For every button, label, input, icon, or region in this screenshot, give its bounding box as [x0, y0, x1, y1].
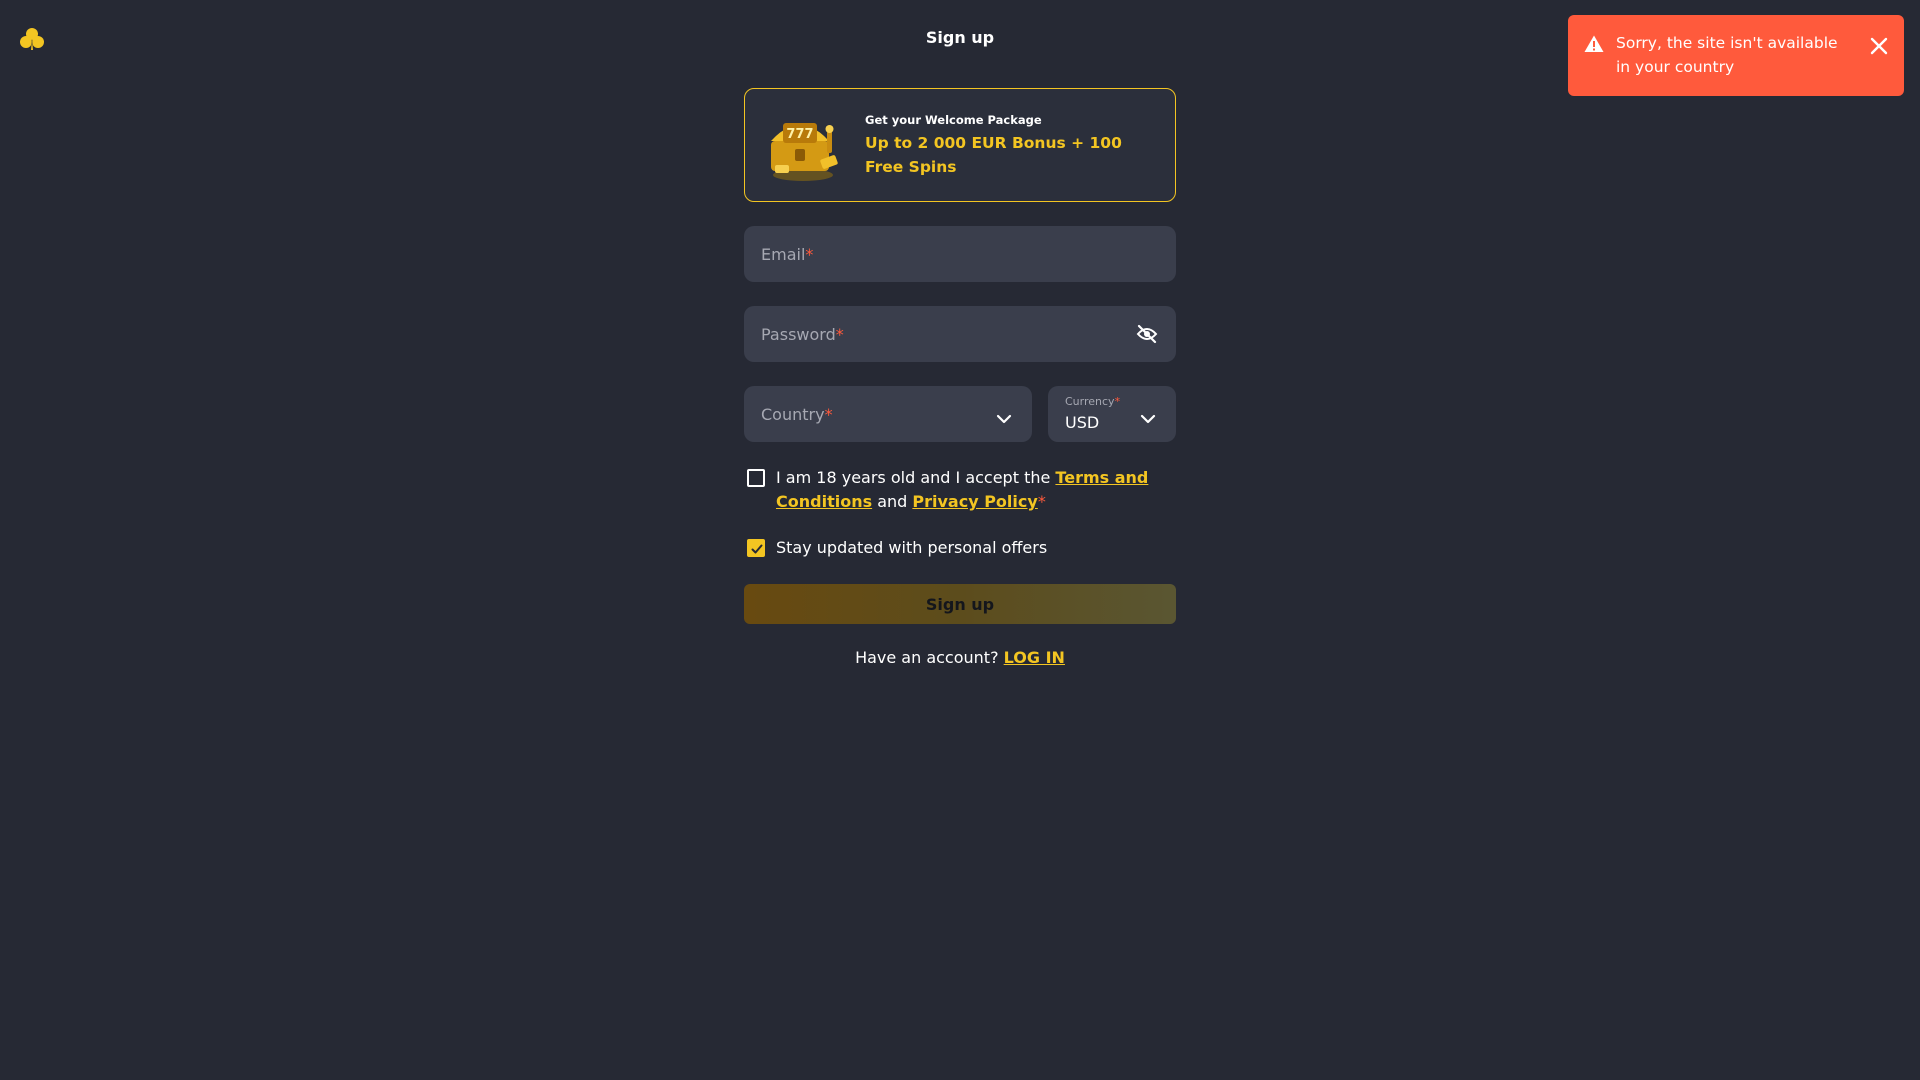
signup-form: 777 Get your Welcome Package Up to 2 000… — [744, 88, 1176, 667]
required-mark: * — [824, 405, 833, 424]
offers-row: Stay updated with personal offers — [744, 536, 1176, 560]
currency-value: USD — [1065, 413, 1100, 432]
treasure-chest-icon: 777 — [761, 105, 843, 183]
login-prompt: Have an account? LOG IN — [855, 648, 1065, 667]
offers-label: Stay updated with personal offers — [776, 538, 1048, 557]
country-label: Country* — [761, 405, 833, 424]
offers-checkbox[interactable] — [747, 539, 765, 557]
checkmark-icon — [751, 544, 763, 554]
email-field[interactable]: Email* — [744, 226, 1176, 282]
country-currency-row: Country* Currency* USD — [744, 386, 1176, 442]
required-mark: * — [1114, 395, 1121, 408]
currency-select[interactable]: Currency* USD — [1048, 386, 1176, 442]
welcome-package-banner[interactable]: 777 Get your Welcome Package Up to 2 000… — [744, 88, 1176, 202]
required-mark: * — [805, 245, 814, 264]
toast-message: Sorry, the site isn't available in your … — [1616, 34, 1838, 76]
chevron-down-icon — [1140, 409, 1156, 424]
login-link[interactable]: LOG IN — [1004, 648, 1065, 667]
country-select[interactable]: Country* — [744, 386, 1032, 442]
warning-icon — [1584, 34, 1604, 54]
terms-checkbox[interactable] — [747, 469, 765, 487]
terms-text: I am 18 years old and I accept the Terms… — [776, 468, 1149, 511]
password-field[interactable]: Password* — [744, 306, 1176, 362]
email-label: Email* — [761, 245, 814, 264]
password-label: Password* — [761, 325, 844, 344]
currency-label: Currency* — [1065, 395, 1121, 408]
privacy-link[interactable]: Privacy Policy — [912, 492, 1037, 511]
signup-button[interactable]: Sign up — [744, 584, 1176, 624]
terms-row: I am 18 years old and I accept the Terms… — [744, 466, 1176, 514]
svg-text:777: 777 — [786, 127, 813, 142]
promo-subtitle: Get your Welcome Package — [865, 113, 1042, 127]
promo-bonus-text: Up to 2 000 EUR Bonus + 100 Free Spins — [865, 134, 1122, 176]
eye-slash-icon[interactable] — [1136, 324, 1158, 344]
required-mark: * — [835, 325, 844, 344]
required-mark: * — [1037, 492, 1046, 511]
error-toast: Sorry, the site isn't available in your … — [1568, 15, 1904, 96]
chevron-down-icon — [996, 409, 1012, 424]
close-icon[interactable] — [1865, 32, 1893, 60]
